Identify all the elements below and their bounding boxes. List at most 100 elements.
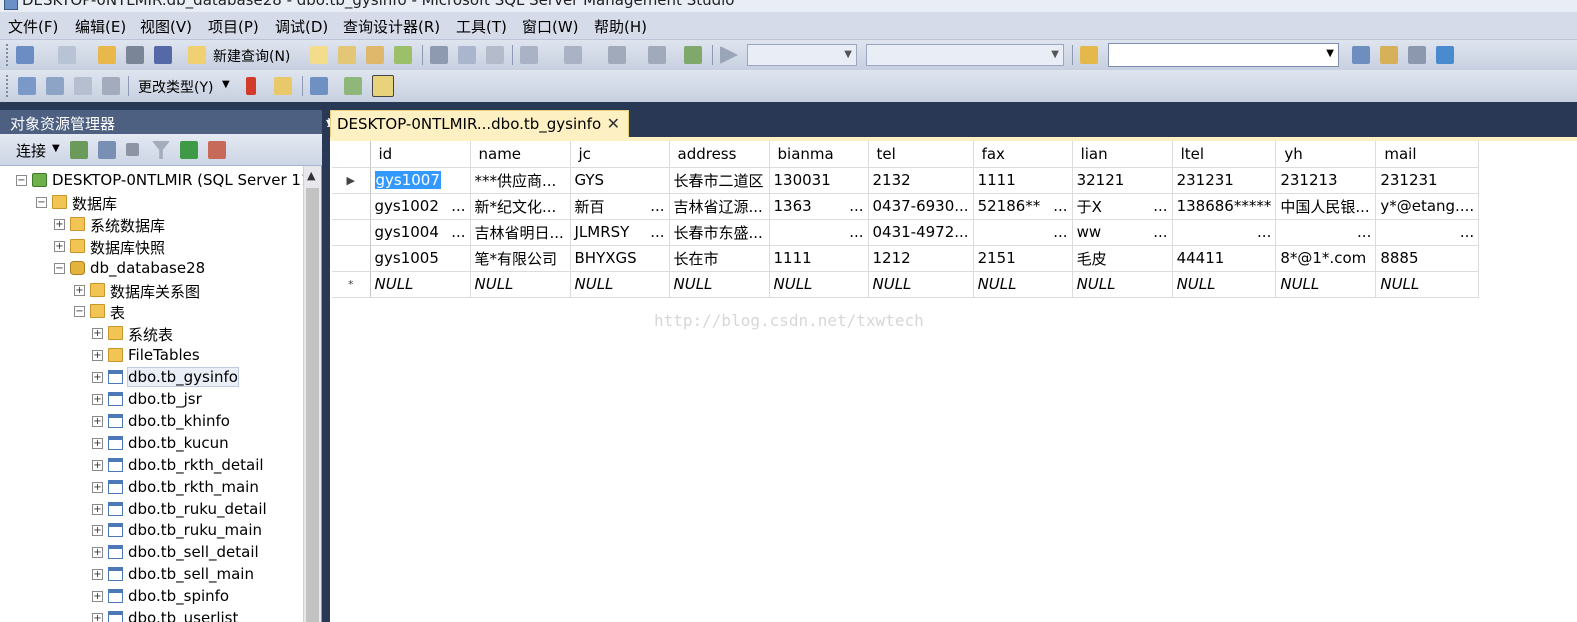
- column-header-yh[interactable]: yh: [1275, 141, 1377, 168]
- menu-project[interactable]: 项目(P): [208, 16, 259, 37]
- grid-cell-ltel[interactable]: 44411: [1172, 245, 1277, 272]
- toolbar-grip[interactable]: [6, 44, 10, 66]
- expand-icon[interactable]: +: [92, 350, 103, 362]
- expand-icon[interactable]: +: [92, 591, 103, 603]
- tree-node[interactable]: + dbo.tb_rkth_main: [0, 477, 304, 499]
- disconnect-icon[interactable]: [98, 141, 116, 159]
- grid-cell-tel[interactable]: 0431-4972...: [868, 219, 974, 246]
- show-criteria-pane-icon[interactable]: [46, 77, 64, 95]
- expand-icon[interactable]: +: [92, 437, 103, 449]
- grid-cell-name[interactable]: 新*纪文化...: [470, 193, 571, 220]
- start-debugging-icon[interactable]: [720, 46, 738, 64]
- grid-cell-id[interactable]: gys1002...: [370, 193, 471, 220]
- grid-cell-fax[interactable]: ...: [973, 219, 1073, 246]
- tree-node[interactable]: + dbo.tb_sell_main: [0, 564, 304, 586]
- grid-cell-jc[interactable]: 新百...: [570, 193, 670, 220]
- grid-cell-tel[interactable]: 1212: [868, 245, 974, 272]
- grid-cell-lian[interactable]: 于X...: [1072, 193, 1173, 220]
- solution-platform-dropdown[interactable]: ▼: [866, 44, 1064, 66]
- tree-node[interactable]: + dbo.tb_gysinfo: [0, 367, 304, 389]
- tree-scrollbar[interactable]: ▲: [303, 166, 321, 622]
- menu-edit[interactable]: 编辑(E): [75, 16, 126, 37]
- dmx-query-icon[interactable]: [366, 46, 384, 64]
- chevron-down-icon[interactable]: ▼: [222, 79, 230, 90]
- grid-cell-yh[interactable]: 8*@1*.com: [1275, 245, 1377, 272]
- grid-cell-jc[interactable]: BHYXGS: [570, 245, 670, 272]
- new-query-icon[interactable]: [188, 46, 206, 64]
- solution-config-dropdown[interactable]: ▼: [747, 44, 857, 66]
- grid-cell-fax[interactable]: NULL: [973, 271, 1073, 298]
- menu-query-designer[interactable]: 查询设计器(R): [343, 16, 440, 37]
- grid-cell-bianma[interactable]: ...: [769, 219, 869, 246]
- grid-cell-yh[interactable]: ...: [1275, 219, 1377, 246]
- tree-node[interactable]: + dbo.tb_ruku_main: [0, 520, 304, 542]
- tree-node[interactable]: + dbo.tb_rkth_detail: [0, 455, 304, 477]
- tree-node[interactable]: + dbo.tb_sell_detail: [0, 542, 304, 564]
- grid-cell-lian[interactable]: ww...: [1072, 219, 1173, 246]
- tree-node[interactable]: − 数据库: [0, 192, 304, 214]
- disconnect-all-icon[interactable]: [208, 141, 226, 159]
- grid-cell-address[interactable]: 吉林省辽源...: [669, 193, 770, 220]
- grid-cell-bianma[interactable]: NULL: [769, 271, 869, 298]
- grid-cell-tel[interactable]: 2132: [868, 167, 974, 194]
- collapse-icon[interactable]: −: [54, 262, 65, 274]
- new-query-button[interactable]: 新建查询(N): [213, 46, 290, 66]
- tree-node[interactable]: + 数据库关系图: [0, 280, 304, 302]
- row-selector[interactable]: ▶: [332, 167, 371, 194]
- table-row[interactable]: gys1004... 吉林省明日... JLMRSY... 长春市东盛...... 04…: [332, 219, 1491, 246]
- save-icon[interactable]: [126, 46, 144, 64]
- column-header-lian[interactable]: lian: [1072, 141, 1173, 168]
- save-all-icon[interactable]: [154, 46, 172, 64]
- grid-cell-ltel[interactable]: NULL: [1172, 271, 1277, 298]
- group-by-icon[interactable]: [310, 77, 328, 95]
- grid-cell-id[interactable]: NULL: [370, 271, 471, 298]
- expand-icon[interactable]: +: [92, 415, 103, 427]
- grid-cell-yh[interactable]: 231213: [1275, 167, 1377, 194]
- grid-cell-bianma[interactable]: 1111: [769, 245, 869, 272]
- tree-node[interactable]: − DESKTOP-0NTLMIR (SQL Server 11: [0, 170, 304, 192]
- grid-cell-yh[interactable]: 中国人民银...: [1275, 193, 1377, 220]
- verify-sql-icon[interactable]: [274, 77, 292, 95]
- registered-servers-icon[interactable]: [1352, 46, 1370, 64]
- xmla-query-icon[interactable]: [394, 46, 412, 64]
- row-selector[interactable]: [332, 219, 371, 246]
- grid-cell-name[interactable]: ***供应商...: [470, 167, 571, 194]
- cut-icon[interactable]: [430, 46, 448, 64]
- grid-cell-tel[interactable]: 0437-6930...: [868, 193, 974, 220]
- add-table-icon[interactable]: [344, 77, 362, 95]
- properties-icon[interactable]: [1408, 46, 1426, 64]
- navigate-forward-icon[interactable]: [648, 46, 666, 64]
- grid-cell-id[interactable]: gys1004...: [370, 219, 471, 246]
- grid-cell-id[interactable]: gys1005: [370, 245, 471, 272]
- grid-cell-address[interactable]: 长春市二道区: [669, 167, 770, 194]
- expand-icon[interactable]: +: [92, 569, 103, 581]
- expand-icon[interactable]: +: [92, 481, 103, 493]
- grid-cell-lian[interactable]: 毛皮: [1072, 245, 1173, 272]
- tab-tb-gysinfo[interactable]: DESKTOP-0NTLMIR...dbo.tb_gysinfo ✕: [330, 110, 629, 137]
- grid-cell-address[interactable]: 长春市东盛...: [669, 219, 770, 246]
- grid-cell-name[interactable]: NULL: [470, 271, 571, 298]
- table-row[interactable]: gys1005 笔*有限公司 BHYXGS 长在市 1111 1212 2151 毛皮 4441…: [332, 245, 1491, 272]
- expand-icon[interactable]: +: [92, 459, 103, 471]
- grid-cell-mail[interactable]: y*@etang....: [1375, 193, 1480, 220]
- tree-node[interactable]: + dbo.tb_khinfo: [0, 411, 304, 433]
- grid-cell-lian[interactable]: 32121: [1072, 167, 1173, 194]
- tree-node[interactable]: + dbo.tb_ruku_detail: [0, 499, 304, 521]
- grid-cell-id[interactable]: gys1007: [370, 167, 471, 194]
- grid-cell-address[interactable]: NULL: [669, 271, 770, 298]
- navigate-backward-icon[interactable]: [608, 46, 626, 64]
- grid-cell-ltel[interactable]: 231231: [1172, 167, 1277, 194]
- show-results-pane-icon[interactable]: [102, 77, 120, 95]
- grid-cell-jc[interactable]: NULL: [570, 271, 670, 298]
- expand-icon[interactable]: +: [92, 613, 103, 622]
- find-in-files-icon[interactable]: [1080, 46, 1098, 64]
- mdx-query-icon[interactable]: [338, 46, 356, 64]
- close-tab-icon[interactable]: ✕: [607, 114, 620, 133]
- redo-icon[interactable]: [564, 46, 582, 64]
- row-selector[interactable]: [332, 245, 371, 272]
- grid-cell-name[interactable]: 吉林省明日...: [470, 219, 571, 246]
- column-header-ltel[interactable]: ltel: [1172, 141, 1277, 168]
- grid-cell-mail[interactable]: ...: [1375, 219, 1480, 246]
- column-header-address[interactable]: address: [669, 141, 770, 168]
- tree-node[interactable]: + 系统表: [0, 323, 304, 345]
